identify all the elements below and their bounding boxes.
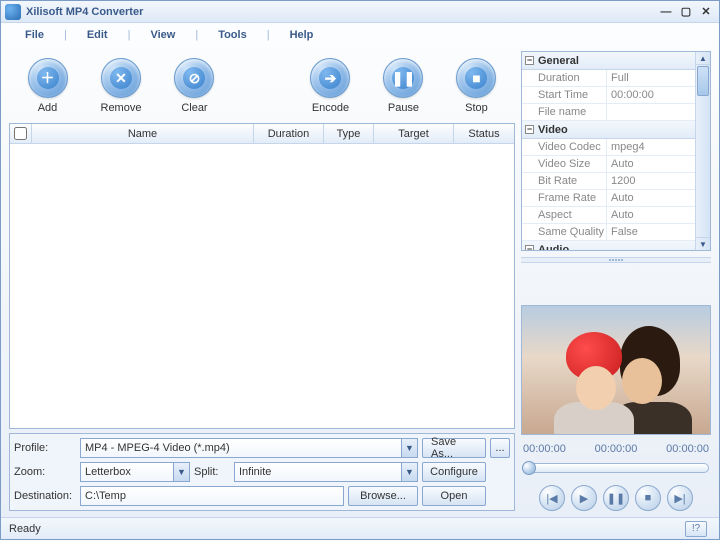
browse-button[interactable]: Browse...: [348, 486, 418, 506]
status-text: Ready: [9, 523, 685, 535]
seek-knob[interactable]: [522, 461, 536, 475]
scroll-up-icon[interactable]: ▲: [696, 52, 710, 65]
remove-button[interactable]: ✕Remove: [101, 58, 142, 114]
chevron-down-icon: ▼: [401, 439, 417, 457]
menu-tools[interactable]: Tools: [206, 26, 259, 44]
collapse-icon[interactable]: −: [525, 56, 534, 65]
playback-controls: |◀ ▶ ❚❚ ■ ▶|: [521, 479, 711, 511]
seek-slider[interactable]: [523, 463, 709, 473]
destination-label: Destination:: [14, 490, 76, 502]
column-checkbox[interactable]: [10, 124, 32, 143]
chevron-down-icon: ▼: [173, 463, 189, 481]
time-start: 00:00:00: [523, 443, 566, 455]
split-label: Split:: [194, 466, 230, 478]
timecodes: 00:00:00 00:00:00 00:00:00: [521, 441, 711, 457]
menu-help[interactable]: Help: [278, 26, 326, 44]
menu-file[interactable]: File: [13, 26, 56, 44]
x-icon: ✕: [110, 67, 132, 89]
save-as-button[interactable]: Save As...: [422, 438, 486, 458]
properties-panel: −General DurationFull Start Time00:00:00…: [521, 51, 711, 251]
menu-view[interactable]: View: [138, 26, 187, 44]
prop-video-size[interactable]: Auto: [607, 156, 695, 172]
column-name[interactable]: Name: [32, 124, 254, 143]
prop-frame-rate[interactable]: Auto: [607, 190, 695, 206]
pause-playback-button[interactable]: ❚❚: [603, 485, 629, 511]
destination-input[interactable]: C:\Temp: [80, 486, 344, 506]
clear-button[interactable]: ⊘Clear: [174, 58, 214, 114]
scroll-down-icon[interactable]: ▼: [696, 237, 710, 250]
titlebar: Xilisoft MP4 Converter — ▢ ✕: [1, 1, 719, 23]
preview-pane: [521, 305, 711, 435]
profile-more-button[interactable]: ...: [490, 438, 510, 458]
menubar: File| Edit| View| Tools| Help: [1, 23, 719, 47]
app-icon: [5, 4, 21, 20]
prop-start-time[interactable]: 00:00:00: [607, 87, 695, 103]
time-end: 00:00:00: [666, 443, 709, 455]
add-button[interactable]: ＋Add: [28, 58, 68, 114]
group-video[interactable]: −Video: [522, 121, 695, 139]
chevron-down-icon: ▼: [401, 463, 417, 481]
splitter-handle[interactable]: [521, 257, 711, 263]
main-toolbar: ＋Add ✕Remove ⊘Clear ➔Encode ❚❚Pause ■Sto…: [9, 51, 515, 121]
collapse-icon[interactable]: −: [525, 245, 534, 250]
prop-duration[interactable]: Full: [607, 70, 695, 86]
properties-scrollbar[interactable]: ▲ ▼: [695, 52, 710, 250]
minimize-button[interactable]: —: [657, 5, 675, 19]
status-info-button[interactable]: !?: [685, 521, 707, 537]
next-button[interactable]: ▶|: [667, 485, 693, 511]
prop-same-quality[interactable]: False: [607, 224, 695, 240]
stop-playback-button[interactable]: ■: [635, 485, 661, 511]
app-title: Xilisoft MP4 Converter: [26, 6, 657, 18]
table-body[interactable]: [10, 144, 514, 428]
time-mid: 00:00:00: [595, 443, 638, 455]
prop-aspect[interactable]: Auto: [607, 207, 695, 223]
pause-icon: ❚❚: [392, 67, 414, 89]
zoom-select[interactable]: Letterbox▼: [80, 462, 190, 482]
settings-panel: Profile: MP4 - MPEG-4 Video (*.mp4)▼ Sav…: [9, 433, 515, 511]
file-table: Name Duration Type Target Status: [9, 123, 515, 429]
prop-bit-rate[interactable]: 1200: [607, 173, 695, 189]
play-button[interactable]: ▶: [571, 485, 597, 511]
encode-button[interactable]: ➔Encode: [310, 58, 350, 114]
clear-icon: ⊘: [183, 67, 205, 89]
configure-button[interactable]: Configure: [422, 462, 486, 482]
profile-label: Profile:: [14, 442, 76, 454]
select-all-checkbox[interactable]: [14, 127, 27, 140]
prop-file-name[interactable]: [607, 104, 695, 120]
column-duration[interactable]: Duration: [254, 124, 324, 143]
plus-icon: ＋: [37, 67, 59, 89]
prev-button[interactable]: |◀: [539, 485, 565, 511]
scroll-thumb[interactable]: [697, 66, 709, 96]
encode-icon: ➔: [319, 67, 341, 89]
pause-button[interactable]: ❚❚Pause: [383, 58, 423, 114]
open-button[interactable]: Open: [422, 486, 486, 506]
group-audio[interactable]: −Audio: [522, 241, 695, 250]
column-status[interactable]: Status: [454, 124, 514, 143]
profile-select[interactable]: MP4 - MPEG-4 Video (*.mp4)▼: [80, 438, 418, 458]
group-general[interactable]: −General: [522, 52, 695, 70]
menu-edit[interactable]: Edit: [75, 26, 120, 44]
column-target[interactable]: Target: [374, 124, 454, 143]
collapse-icon[interactable]: −: [525, 125, 534, 134]
stop-button[interactable]: ■Stop: [456, 58, 496, 114]
app-window: Xilisoft MP4 Converter — ▢ ✕ File| Edit|…: [0, 0, 720, 540]
column-type[interactable]: Type: [324, 124, 374, 143]
zoom-label: Zoom:: [14, 466, 76, 478]
maximize-button[interactable]: ▢: [677, 5, 695, 19]
prop-video-codec[interactable]: mpeg4: [607, 139, 695, 155]
statusbar: Ready !?: [1, 517, 719, 539]
preview-image: [522, 306, 710, 434]
close-button[interactable]: ✕: [697, 5, 715, 19]
split-select[interactable]: Infinite▼: [234, 462, 418, 482]
stop-icon: ■: [465, 67, 487, 89]
